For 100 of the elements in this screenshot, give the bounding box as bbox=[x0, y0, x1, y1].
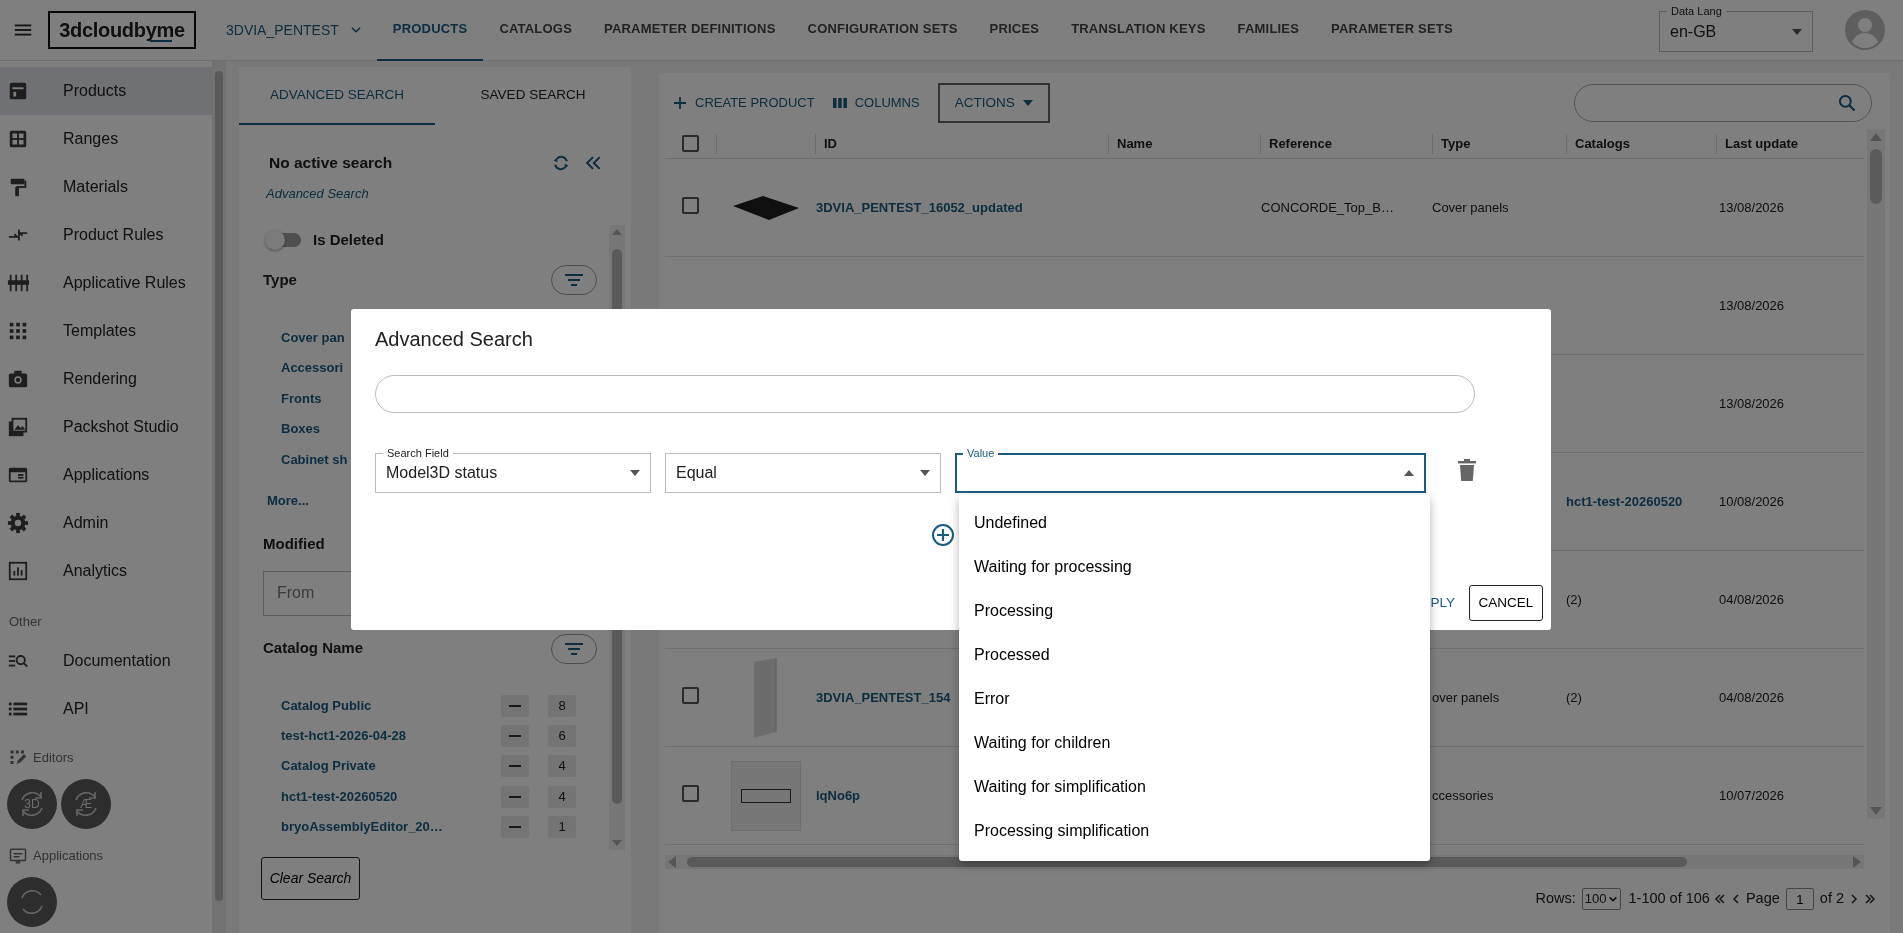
sidebar-item[interactable]: Ranges bbox=[0, 115, 212, 163]
panel-tab[interactable]: ADVANCED SEARCH bbox=[239, 67, 435, 125]
sidebar-item[interactable]: Templates bbox=[0, 307, 212, 355]
catalog-filter-link[interactable]: bryoAssemblyEditor_20… bbox=[281, 817, 501, 837]
select-all-checkbox[interactable] bbox=[682, 135, 699, 152]
filter-button[interactable] bbox=[551, 265, 597, 295]
type-filter-link[interactable]: Fronts bbox=[281, 388, 322, 408]
grid-icon bbox=[7, 128, 29, 150]
section-heading: Applications bbox=[33, 847, 104, 866]
delete-icon[interactable] bbox=[1458, 459, 1476, 481]
nav-tab[interactable]: PRODUCTS bbox=[376, 0, 484, 61]
dropdown-option[interactable]: Processing simplification bbox=[959, 809, 1430, 853]
catalog-link[interactable]: hct1-test-20260520 bbox=[1566, 493, 1683, 509]
sidebar-item[interactable]: Admin bbox=[0, 499, 212, 547]
editor-button[interactable]: 3D bbox=[7, 779, 57, 829]
filter-icon bbox=[565, 641, 583, 656]
exclude-button[interactable] bbox=[501, 815, 529, 838]
sidebar-item[interactable]: Product Rules bbox=[0, 211, 212, 259]
dropdown-option[interactable]: Undefined bbox=[959, 501, 1430, 545]
toggle-switch[interactable] bbox=[267, 233, 301, 247]
product-id-link[interactable]: 3DVIA_PENTEST_154 bbox=[816, 689, 951, 705]
sidebar-item[interactable]: Products bbox=[0, 67, 212, 115]
next-page-icon[interactable] bbox=[1848, 893, 1860, 905]
section-heading: Editors bbox=[33, 749, 74, 768]
sidebar-item[interactable]: Documentation bbox=[0, 637, 212, 685]
page-label: Page bbox=[1745, 889, 1780, 909]
catalog-filter-link[interactable]: Catalog Private bbox=[281, 756, 501, 776]
dropdown-option[interactable]: Waiting for processing bbox=[959, 545, 1430, 589]
nav-tab[interactable]: CONFIGURATION SETS bbox=[791, 0, 974, 61]
refresh-icon[interactable] bbox=[551, 153, 571, 173]
application-button[interactable] bbox=[7, 877, 57, 927]
exclude-button[interactable] bbox=[501, 755, 529, 778]
dropdown-option[interactable]: Processed bbox=[959, 633, 1430, 677]
nav-tab[interactable]: PARAMETER SETS bbox=[1315, 0, 1469, 61]
dropdown-option[interactable]: Error bbox=[959, 677, 1430, 721]
sidebar-item[interactable]: API bbox=[0, 685, 212, 733]
filter-button[interactable] bbox=[551, 633, 597, 664]
type-filter-link[interactable]: Cabinet sh bbox=[281, 449, 348, 469]
advanced-search-link[interactable]: Advanced Search bbox=[266, 184, 369, 204]
column-header[interactable]: Last update bbox=[1725, 133, 1798, 154]
exclude-button[interactable] bbox=[501, 785, 529, 808]
toggle-label: Is Deleted bbox=[313, 229, 384, 250]
actions-button[interactable]: ACTIONS bbox=[937, 83, 1050, 123]
sidebar-item[interactable]: Rendering bbox=[0, 355, 212, 403]
sliders-icon bbox=[7, 272, 29, 294]
exclude-button[interactable] bbox=[501, 724, 529, 747]
panel-tab[interactable]: SAVED SEARCH bbox=[435, 67, 631, 125]
dropdown-option[interactable]: Waiting for children bbox=[959, 721, 1430, 765]
catalog-filter-link[interactable]: Catalog Public bbox=[281, 695, 501, 716]
sidebar-item[interactable]: Packshot Studio bbox=[0, 403, 212, 451]
row-checkbox[interactable] bbox=[682, 687, 699, 705]
editor-button[interactable]: Æ bbox=[61, 779, 111, 829]
table-cell: ccessories bbox=[1432, 787, 1494, 803]
row-checkbox[interactable] bbox=[682, 785, 699, 803]
page-field[interactable]: 1 bbox=[1785, 888, 1814, 910]
type-filter-link[interactable]: Cover pan bbox=[281, 327, 345, 347]
sidebar-item[interactable]: Materials bbox=[0, 163, 212, 211]
type-filter-link[interactable]: Accessori bbox=[281, 358, 344, 378]
search-field[interactable] bbox=[375, 375, 1475, 413]
nav-tab[interactable]: FAMILIES bbox=[1221, 0, 1316, 61]
rows-select[interactable]: 100 bbox=[1581, 888, 1621, 910]
caret-down-icon bbox=[630, 470, 640, 476]
column-header[interactable]: Name bbox=[1117, 133, 1153, 154]
create-product-button[interactable]: CREATE PRODUCT bbox=[673, 93, 815, 113]
monitor-icon bbox=[9, 847, 27, 865]
column-header[interactable]: Catalogs bbox=[1575, 133, 1630, 154]
row-checkbox[interactable] bbox=[682, 197, 699, 215]
project-selector[interactable]: 3DVIA_PENTEST bbox=[220, 18, 369, 42]
scrollbar-thumb[interactable] bbox=[215, 71, 223, 901]
type-filter-link[interactable]: Boxes bbox=[281, 419, 321, 439]
column-header[interactable]: ID bbox=[824, 133, 837, 154]
add-circle-icon[interactable] bbox=[931, 523, 955, 547]
nav-tab[interactable]: PARAMETER DEFINITIONS bbox=[588, 0, 792, 61]
table-cell: over panels bbox=[1432, 689, 1500, 705]
scrollbar-thumb[interactable] bbox=[1870, 149, 1882, 204]
columns-button[interactable]: COLUMNS bbox=[832, 93, 920, 113]
sidebar-item[interactable]: Analytics bbox=[0, 547, 212, 595]
columns-icon bbox=[832, 97, 847, 109]
plus-icon bbox=[673, 96, 687, 110]
sidebar-item[interactable]: Applications bbox=[0, 451, 212, 499]
product-id-link[interactable]: 3DVIA_PENTEST_16052_updated bbox=[816, 199, 1023, 215]
sidebar-item[interactable]: Applicative Rules bbox=[0, 259, 212, 307]
dropdown-option[interactable]: Waiting for simplification bbox=[959, 765, 1430, 809]
catalog-filter-link[interactable]: hct1-test-20260520 bbox=[281, 786, 501, 807]
column-header[interactable]: Type bbox=[1441, 133, 1471, 154]
nav-tab[interactable]: CATALOGS bbox=[483, 0, 588, 61]
minus-icon bbox=[509, 765, 521, 768]
nav-tab[interactable]: TRANSLATION KEYS bbox=[1055, 0, 1222, 61]
more-link[interactable]: More... bbox=[267, 490, 309, 511]
cancel-button[interactable]: CANCEL bbox=[1469, 585, 1543, 621]
exclude-button[interactable] bbox=[501, 694, 529, 717]
nav-tab[interactable]: PRICES bbox=[973, 0, 1056, 61]
count-badge: 4 bbox=[548, 755, 576, 778]
catalog-filter-link[interactable]: test-hct1-2026-04-28 bbox=[281, 726, 501, 746]
clear-search-button[interactable]: Clear Search bbox=[261, 857, 360, 900]
last-page-icon[interactable] bbox=[1864, 893, 1876, 905]
section-title: Modified bbox=[263, 534, 325, 555]
product-id-link[interactable]: lqNo6p bbox=[816, 787, 861, 803]
first-page-icon[interactable] bbox=[1713, 893, 1726, 905]
column-header[interactable]: Reference bbox=[1269, 133, 1332, 154]
